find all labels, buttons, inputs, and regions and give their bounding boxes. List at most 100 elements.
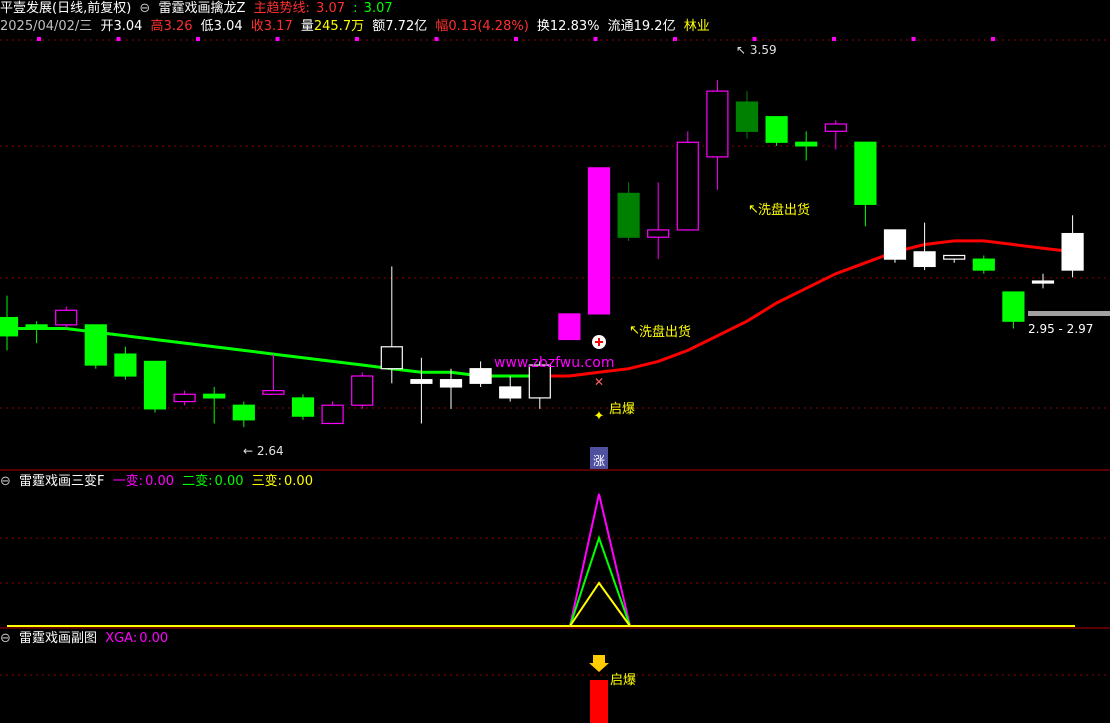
amount-value: 7.72亿 — [385, 19, 428, 34]
wash-label-2: 洗盘出货 — [758, 202, 810, 218]
high-mark-label: ↖ 3.59 — [736, 43, 777, 57]
down-arrow-icon — [589, 655, 609, 672]
xga-signal-bar — [590, 680, 608, 723]
high-value: 3.26 — [163, 19, 193, 34]
panel2-name: 雷霆戏画三变F — [19, 474, 105, 489]
panel2-spike-magenta — [569, 493, 631, 627]
top-marker-dot — [832, 37, 836, 41]
candle-body — [854, 141, 877, 205]
candle-body — [795, 141, 818, 147]
wash-label-1: 洗盘出货 — [639, 324, 691, 340]
candle-body — [824, 123, 847, 132]
candle-body — [706, 90, 729, 158]
indicator-name: 雷霆戏画擒龙Z — [158, 1, 246, 16]
candle-body — [114, 353, 137, 377]
panel3-header: ⊖ 雷霆戏画副图 XGA: 0.00 — [0, 631, 172, 647]
panel3-name: 雷霆戏画副图 — [19, 631, 98, 646]
date-value: 2025/04/02/三 — [0, 19, 93, 34]
panel2-label-2: 二变: — [182, 474, 213, 489]
panel3-label-1: XGA: — [105, 631, 138, 646]
top-marker-dot — [911, 37, 916, 41]
close-value: 3.17 — [263, 19, 293, 34]
indicator-toggle-icon[interactable]: ⊖ — [139, 1, 150, 16]
butterfly-icon-yellow: ✦ — [594, 409, 605, 424]
low-value: 3.04 — [213, 19, 243, 34]
candle-body — [558, 313, 581, 341]
low-mark-label: ← 2.64 — [243, 444, 284, 458]
top-marker-dot — [991, 37, 995, 41]
candle-body — [943, 254, 966, 260]
top-marker-dot — [275, 37, 280, 41]
candle-body — [262, 390, 285, 395]
candle-body — [25, 324, 48, 330]
qibao-label-2: 启爆 — [610, 673, 636, 688]
candle-body — [617, 192, 640, 238]
trend-label: 主趋势线: — [253, 1, 310, 16]
top-marker-dot — [673, 37, 677, 41]
candle-body — [1031, 280, 1055, 284]
sector-value: 林业 — [683, 19, 710, 34]
turnover-value: 换12.83% — [536, 19, 600, 34]
panel2-label-3: 三变: — [251, 474, 283, 489]
top-marker-dot — [37, 37, 41, 41]
candle-body — [587, 167, 611, 315]
volume-value: 245.7万 — [313, 19, 365, 34]
chart-canvas[interactable]: ↖ 3.59← 2.642.95 - 2.97↖ 洗盘出货↖ 洗盘出货www.zbz… — [0, 0, 1110, 723]
qibao-label-1: 启爆 — [609, 402, 635, 417]
butterfly-icon-red: ✕ — [594, 375, 604, 389]
top-marker-dot — [355, 37, 359, 41]
high-label: 高 — [150, 19, 164, 34]
candle-body — [203, 393, 226, 399]
candle-body — [143, 360, 167, 410]
trend-value-2: 3.07 — [363, 1, 393, 16]
header-line-2: 2025/04/02/三 开3.04 高3.26 低3.04 收3.17 量24… — [0, 19, 714, 35]
open-value: 开3.04 — [100, 19, 143, 34]
candle-body — [469, 368, 492, 384]
zhang-label: 涨 — [593, 453, 605, 468]
candle-body — [380, 346, 403, 370]
candle-body — [173, 393, 196, 403]
close-label: 收 — [250, 19, 264, 34]
candle-body — [972, 258, 995, 271]
top-marker-dot — [593, 37, 598, 41]
stock-chart-window: ↖ 3.59 ← 2.64 2.95 - 2.97 ↖ 洗盘出货 ↖ 洗盘出货 www.zbz… — [0, 0, 1110, 723]
panel2-header: ⊖ 雷霆戏画三变F 一变: 0.00 二变: 0.00 三变: 0.00 — [0, 474, 317, 490]
candle-body — [735, 101, 759, 132]
trend-value-1: 3.07 — [316, 1, 345, 16]
panel2-label-1: 一变: — [112, 474, 144, 489]
price-band — [1028, 311, 1110, 316]
candle-body — [913, 251, 936, 268]
candle-body — [676, 141, 699, 231]
header-line-1: 平壹发展(日线,前复权) ⊖ 雷霆戏画擒龙Z 主趋势线: 3.07 : 3.07 — [0, 1, 397, 17]
candle-body — [499, 386, 522, 399]
top-marker-dot — [434, 37, 439, 41]
panel2-value-3: 0.00 — [284, 474, 313, 489]
candle-body — [351, 375, 374, 406]
candle-body — [55, 309, 78, 326]
candle-body — [647, 229, 670, 238]
panel2-toggle-icon[interactable]: ⊖ — [0, 474, 11, 489]
panel3-toggle-icon[interactable]: ⊖ — [0, 631, 11, 646]
range-label: 2.95 - 2.97 — [1028, 322, 1093, 336]
top-marker-dot — [116, 37, 121, 41]
watermark-text: www.zbzfwu.com — [494, 355, 614, 371]
low-label: 低 — [200, 19, 214, 34]
candle-body — [439, 379, 463, 388]
candle-body — [765, 116, 788, 143]
change-label: 幅 — [435, 19, 449, 34]
panel2-value-2: 0.00 — [214, 474, 244, 489]
candle-body — [883, 229, 907, 260]
candle-body — [0, 316, 19, 337]
top-marker-dot — [752, 37, 757, 41]
change-value: 0.13(4.28%) — [448, 19, 529, 34]
candle-body — [1002, 291, 1025, 322]
float-value: 流通19.2亿 — [607, 19, 676, 34]
panel3-value-1: 0.00 — [139, 631, 169, 646]
top-marker-dot — [514, 37, 518, 41]
panel2-value-1: 0.00 — [145, 474, 175, 489]
candle-body — [232, 404, 255, 421]
candle-body — [410, 379, 433, 384]
amount-label: 额 — [372, 19, 386, 34]
candle-body — [321, 404, 344, 425]
volume-label: 量 — [300, 19, 314, 34]
